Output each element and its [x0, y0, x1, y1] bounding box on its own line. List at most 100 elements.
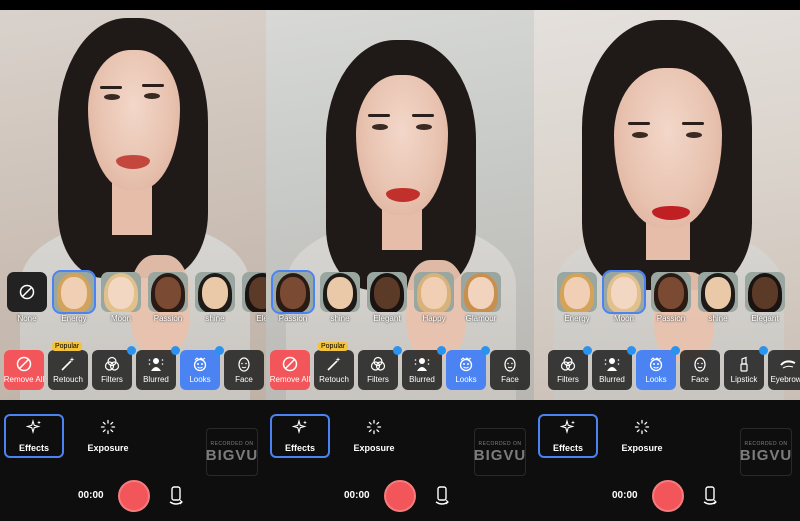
look-energy[interactable]: Energy — [52, 270, 96, 323]
look-ele[interactable]: Ele — [241, 272, 266, 323]
look-label: Energy — [61, 314, 87, 323]
tool-blurred-button[interactable]: Blurred — [402, 346, 446, 390]
tool-label: Face — [501, 375, 519, 384]
mode-label: Effects — [284, 443, 315, 453]
record-timer: 00:00 — [78, 490, 104, 501]
tool-eyebrows-button[interactable]: Eyebrows — [768, 350, 800, 390]
tool-lipstick-button[interactable]: Lipstick — [724, 346, 768, 390]
look-label: Happy — [422, 314, 446, 323]
look-label: Passion — [153, 314, 183, 323]
record-row: 00:00 — [0, 478, 266, 514]
look-moon[interactable]: Moon — [602, 270, 646, 323]
look-thumbnail — [461, 272, 501, 312]
tool-filters-button[interactable]: Filters — [358, 346, 402, 390]
tool-face-button[interactable]: Face — [490, 350, 530, 390]
tool-retouch-button[interactable]: Retouch Popular — [314, 342, 354, 390]
sparkles-icon — [25, 418, 42, 437]
magic-wand-icon — [326, 356, 342, 372]
subject-eye-right — [686, 132, 702, 138]
mode-label: Effects — [18, 443, 49, 453]
mode-tab-effects[interactable]: Effects — [270, 414, 330, 458]
tool-label: Looks — [189, 375, 211, 384]
tool-face-button[interactable]: Face — [224, 350, 264, 390]
indicator-dot — [171, 346, 180, 355]
mode-tab-effects[interactable]: Effects — [4, 414, 64, 458]
look-happy[interactable]: Happy — [413, 272, 455, 323]
tool-blurred-button[interactable]: Blurred — [592, 346, 636, 390]
look-elegant[interactable]: Elegant — [366, 272, 408, 323]
filters-icon — [370, 356, 386, 372]
indicator-dot — [215, 346, 224, 355]
thumbnail-face — [611, 277, 637, 309]
look-elegant[interactable]: Elegant — [744, 272, 786, 323]
prohibit-icon — [16, 356, 32, 372]
subject-brow-left — [368, 114, 390, 117]
look-label: Energy — [564, 314, 590, 323]
look-passion[interactable]: Passion — [147, 272, 189, 323]
top-bar — [0, 0, 266, 10]
tool-looks-button[interactable]: Looks — [180, 346, 224, 390]
tool-looks-button[interactable]: Looks — [446, 346, 490, 390]
look-thumbnail — [271, 270, 315, 314]
subject-brow-right — [142, 84, 164, 87]
indicator-dot — [127, 346, 136, 355]
record-row: 00:00 — [266, 478, 534, 514]
flip-camera-icon[interactable] — [434, 486, 450, 506]
record-button[interactable] — [118, 480, 150, 512]
thumbnail-face — [108, 277, 134, 309]
subject-eye-right — [144, 93, 160, 99]
look-label: Passion — [656, 314, 686, 323]
magic-wand-icon — [60, 356, 76, 372]
look-label: shine — [205, 314, 225, 323]
thumbnail-face — [374, 277, 400, 309]
look-label: Ele — [256, 314, 266, 323]
look-shine[interactable]: shine — [194, 272, 236, 323]
look-shine[interactable]: shine — [319, 272, 361, 323]
mode-tab-effects[interactable]: Effects — [538, 414, 598, 458]
tool-looks-button[interactable]: Looks — [636, 346, 680, 390]
look-none[interactable]: None — [6, 272, 48, 323]
mode-tab-exposure[interactable]: Exposure — [344, 414, 404, 458]
look-energy[interactable]: Energy — [556, 272, 598, 323]
filters-icon — [104, 356, 120, 372]
look-passion[interactable]: Passion — [271, 270, 315, 323]
tool-filters-button[interactable]: Filters — [92, 346, 136, 390]
look-label: None — [17, 314, 37, 323]
bottom-controls: Effects Exposure RECORDED ON BIGVU 00:00 — [0, 400, 266, 521]
mode-label: Exposure — [353, 443, 395, 453]
look-thumbnail — [367, 272, 407, 312]
thumbnail-face — [202, 277, 228, 309]
tools-bar: Filters Blurred Looks Face Lipstick Eyebrows — [534, 346, 800, 396]
tool-label: Blurred — [409, 375, 435, 384]
tool-remove-all-button[interactable]: Remove All — [4, 350, 44, 390]
subject-eye-right — [416, 124, 432, 130]
tool-face-button[interactable]: Face — [680, 350, 720, 390]
subject-brow-left — [100, 86, 122, 89]
tool-remove-all-button[interactable]: Remove All — [270, 350, 310, 390]
tool-label: Looks — [455, 375, 477, 384]
tools-bar: Remove All Retouch Popular Filters Blurred Lo… — [266, 342, 534, 396]
bigvu-watermark: RECORDED ON BIGVU — [740, 428, 792, 476]
mode-tab-exposure[interactable]: Exposure — [612, 414, 672, 458]
indicator-dot — [437, 346, 446, 355]
look-thumbnail — [148, 272, 188, 312]
look-moon[interactable]: Moon — [100, 272, 142, 323]
look-label: Glamour — [465, 314, 497, 323]
exposure-icon — [634, 419, 650, 437]
record-button[interactable] — [384, 480, 416, 512]
tool-retouch-button[interactable]: Retouch Popular — [48, 342, 88, 390]
tool-label: Looks — [645, 375, 667, 384]
look-glamour[interactable]: Glamour — [460, 272, 502, 323]
thumbnail-face — [280, 277, 306, 309]
bigvu-watermark: RECORDED ON BIGVU — [474, 428, 526, 476]
tool-blurred-button[interactable]: Blurred — [136, 346, 180, 390]
mode-tab-exposure[interactable]: Exposure — [78, 414, 138, 458]
flip-camera-icon[interactable] — [168, 486, 184, 506]
face-icon — [236, 356, 252, 372]
look-thumbnail — [195, 272, 235, 312]
flip-camera-icon[interactable] — [702, 486, 718, 506]
tool-filters-button[interactable]: Filters — [548, 346, 592, 390]
look-shine[interactable]: shine — [697, 272, 739, 323]
record-button[interactable] — [652, 480, 684, 512]
look-passion[interactable]: Passion — [650, 272, 692, 323]
